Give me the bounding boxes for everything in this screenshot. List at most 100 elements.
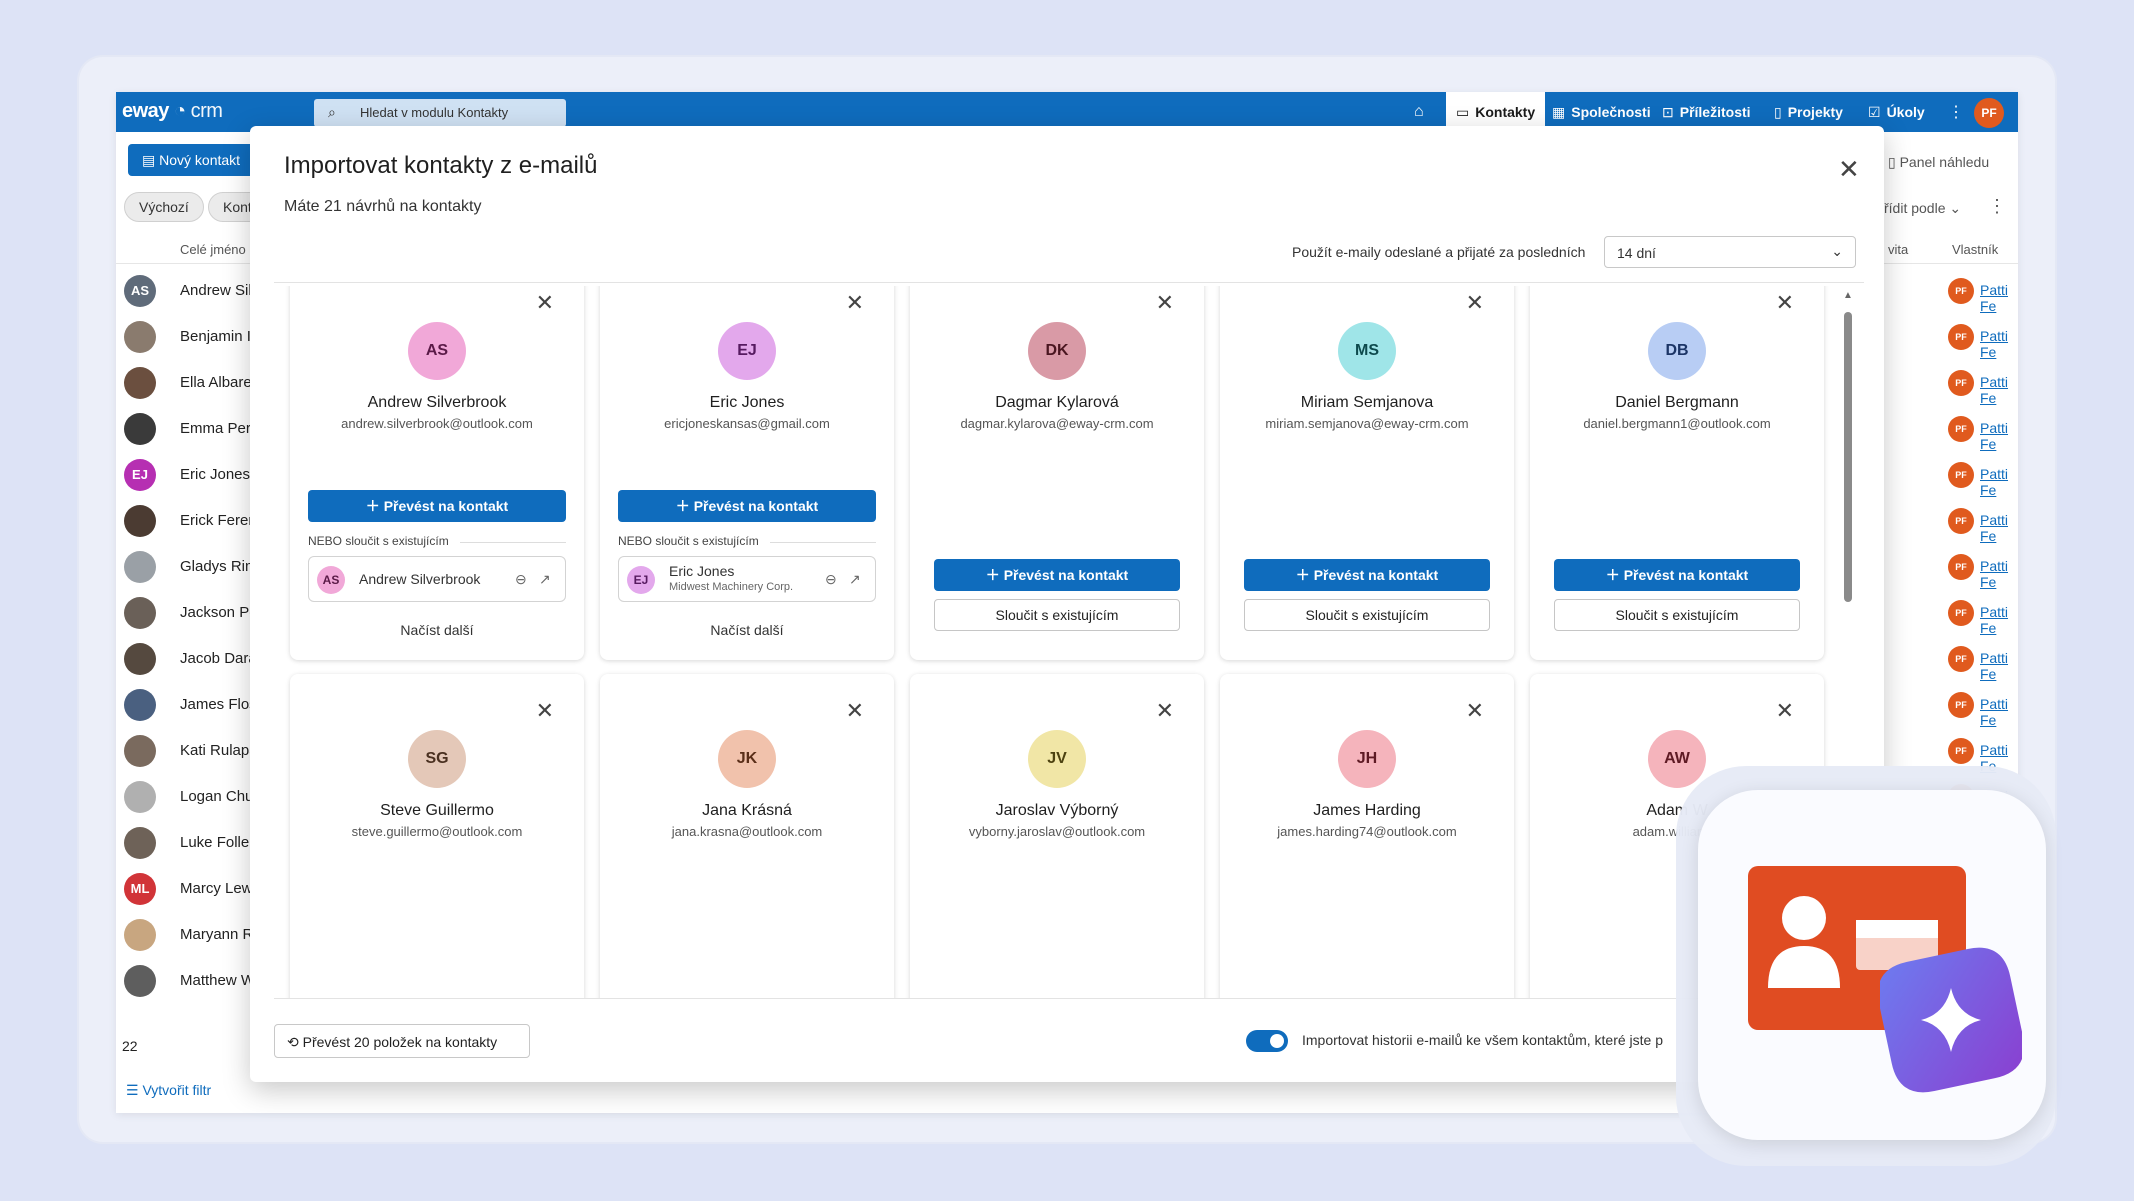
avatar [124,689,156,721]
dismiss-icon[interactable]: ✕ [536,292,554,314]
dismiss-icon[interactable]: ✕ [846,292,864,314]
match-avatar: EJ [627,566,655,594]
convert-to-contact-button[interactable]: ＋ Převést na kontakt [1244,559,1490,591]
owner-avatar: PF [1948,462,1974,488]
search-icon: ⌕ [328,104,336,120]
divider [274,282,1864,283]
col-owner[interactable]: Vlastník [1952,242,1998,257]
suggestion-card: ✕ JH James Harding james.harding74@outlo… [1220,674,1514,998]
contact-name[interactable]: Luke Foller [180,834,254,851]
contact-name[interactable]: Marcy Lew [180,880,253,897]
contact-name[interactable]: Andrew Sil [180,282,252,299]
merge-icon[interactable]: ⊖ [825,571,837,588]
preview-panel-button[interactable]: ▯ Panel náhledu [1888,154,1989,171]
suggestion-avatar: JH [1338,730,1396,788]
avatar [124,505,156,537]
contact-name[interactable]: Jackson Po [180,604,258,621]
new-contact-button[interactable]: ▤ Nový kontakt [128,144,258,176]
owner-avatar: PF [1948,646,1974,672]
dismiss-icon[interactable]: ✕ [1776,700,1794,722]
copilot-icon [1880,947,2022,1093]
close-icon[interactable]: ✕ [1838,156,1860,182]
col-fullname[interactable]: Celé jméno [180,242,246,257]
sort-button[interactable]: řídit podle ⌄ [1884,200,1961,217]
create-filter-button[interactable]: ☰ Vytvořit filtr [126,1082,211,1099]
owner-link[interactable]: Patti Fe [1980,696,2018,728]
open-external-icon[interactable]: ↗ [849,571,861,588]
dismiss-icon[interactable]: ✕ [1156,292,1174,314]
contact-name[interactable]: Erick Feren [180,512,257,529]
suggestion-email: ericjoneskansas@gmail.com [664,416,830,431]
company-icon: ▦ [1552,103,1566,120]
user-avatar[interactable]: PF [1974,98,2004,128]
owner-link[interactable]: Patti Fe [1980,558,2018,590]
owner-link[interactable]: Patti Fe [1980,282,2018,314]
scroll-up-arrow[interactable]: ▲ [1843,290,1853,301]
suggestion-avatar: EJ [718,322,776,380]
options-icon[interactable]: ⋮ [1988,196,2006,217]
merge-with-existing-button[interactable]: Sloučit s existujícím [1244,599,1490,631]
contact-name[interactable]: Matthew W [180,972,255,989]
new-contact-icon: ▤ [142,152,160,168]
view-pill-default[interactable]: Výchozí [124,192,204,222]
contact-name[interactable]: James Flos [180,696,257,713]
owner-link[interactable]: Patti Fe [1980,512,2018,544]
merge-with-existing-button[interactable]: Sloučit s existujícím [934,599,1180,631]
load-more-link[interactable]: Načíst další [290,622,584,638]
contact-name[interactable]: Eric Jones [180,466,250,483]
contact-name[interactable]: Emma Peri [180,420,254,437]
or-merge-label: NEBO sloučit s existujícím [618,534,876,548]
dismiss-icon[interactable]: ✕ [1156,700,1174,722]
suggestion-avatar: AW [1648,730,1706,788]
contact-name[interactable]: Jacob Dara [180,650,257,667]
owner-link[interactable]: Patti Fe [1980,466,2018,498]
dismiss-icon[interactable]: ✕ [1466,700,1484,722]
avatar [124,735,156,767]
suggestion-avatar: JK [718,730,776,788]
convert-all-button[interactable]: ⟲ Převést 20 položek na kontakty [274,1024,530,1058]
convert-to-contact-button[interactable]: ＋ Převést na kontakt [1554,559,1800,591]
contact-name[interactable]: Maryann R [180,926,253,943]
owner-link[interactable]: Patti Fe [1980,604,2018,636]
merge-icon[interactable]: ⊖ [515,571,527,588]
col-vita[interactable]: vita [1888,242,1908,257]
suggestion-name: Eric Jones [709,394,785,411]
search-input[interactable]: ⌕ Hledat v modulu Kontakty [314,99,566,127]
contact-name[interactable]: Benjamin I [180,328,251,345]
period-select[interactable]: 14 dní ⌄ [1604,236,1856,268]
scrollbar[interactable] [1844,312,1852,602]
more-icon[interactable]: ⋮ [1948,102,1964,122]
owner-link[interactable]: Patti Fe [1980,420,2018,452]
suggestion-avatar: DB [1648,322,1706,380]
existing-contact-match[interactable]: AS Andrew Silverbrook ⊖ ↗ [308,556,566,602]
existing-contact-match[interactable]: EJ Eric Jones Midwest Machinery Corp. ⊖ … [618,556,876,602]
suggestion-card: ✕ AS Andrew Silverbrook andrew.silverbro… [290,286,584,660]
load-more-link[interactable]: Načíst další [600,622,894,638]
convert-to-contact-button[interactable]: ＋ Převést na kontakt [934,559,1180,591]
contact-name[interactable]: Ella Albare [180,374,252,391]
avatar [124,413,156,445]
owner-link[interactable]: Patti Fe [1980,650,2018,682]
avatar [124,781,156,813]
import-history-toggle[interactable] [1246,1030,1288,1052]
period-label: Použít e-maily odeslané a přijaté za pos… [1292,244,1586,260]
contact-name[interactable]: Logan Chu [180,788,253,805]
match-name: Andrew Silverbrook [359,571,481,587]
dismiss-icon[interactable]: ✕ [846,700,864,722]
suggestion-avatar: MS [1338,322,1396,380]
open-external-icon[interactable]: ↗ [539,571,551,588]
convert-to-contact-button[interactable]: ＋ Převést na kontakt [618,490,876,522]
contact-name[interactable]: Gladys Rim [180,558,258,575]
suggestion-name: Jaroslav Výborný [995,802,1119,819]
convert-to-contact-button[interactable]: ＋ Převést na kontakt [308,490,566,522]
or-merge-label: NEBO sloučit s existujícím [308,534,566,548]
owner-link[interactable]: Patti Fe [1980,374,2018,406]
avatar [124,321,156,353]
dismiss-icon[interactable]: ✕ [1466,292,1484,314]
dismiss-icon[interactable]: ✕ [1776,292,1794,314]
merge-with-existing-button[interactable]: Sloučit s existujícím [1554,599,1800,631]
owner-link[interactable]: Patti Fe [1980,328,2018,360]
contact-name[interactable]: Kati Rulapa [180,742,258,759]
plus-icon: ＋ [365,498,384,514]
dismiss-icon[interactable]: ✕ [536,700,554,722]
